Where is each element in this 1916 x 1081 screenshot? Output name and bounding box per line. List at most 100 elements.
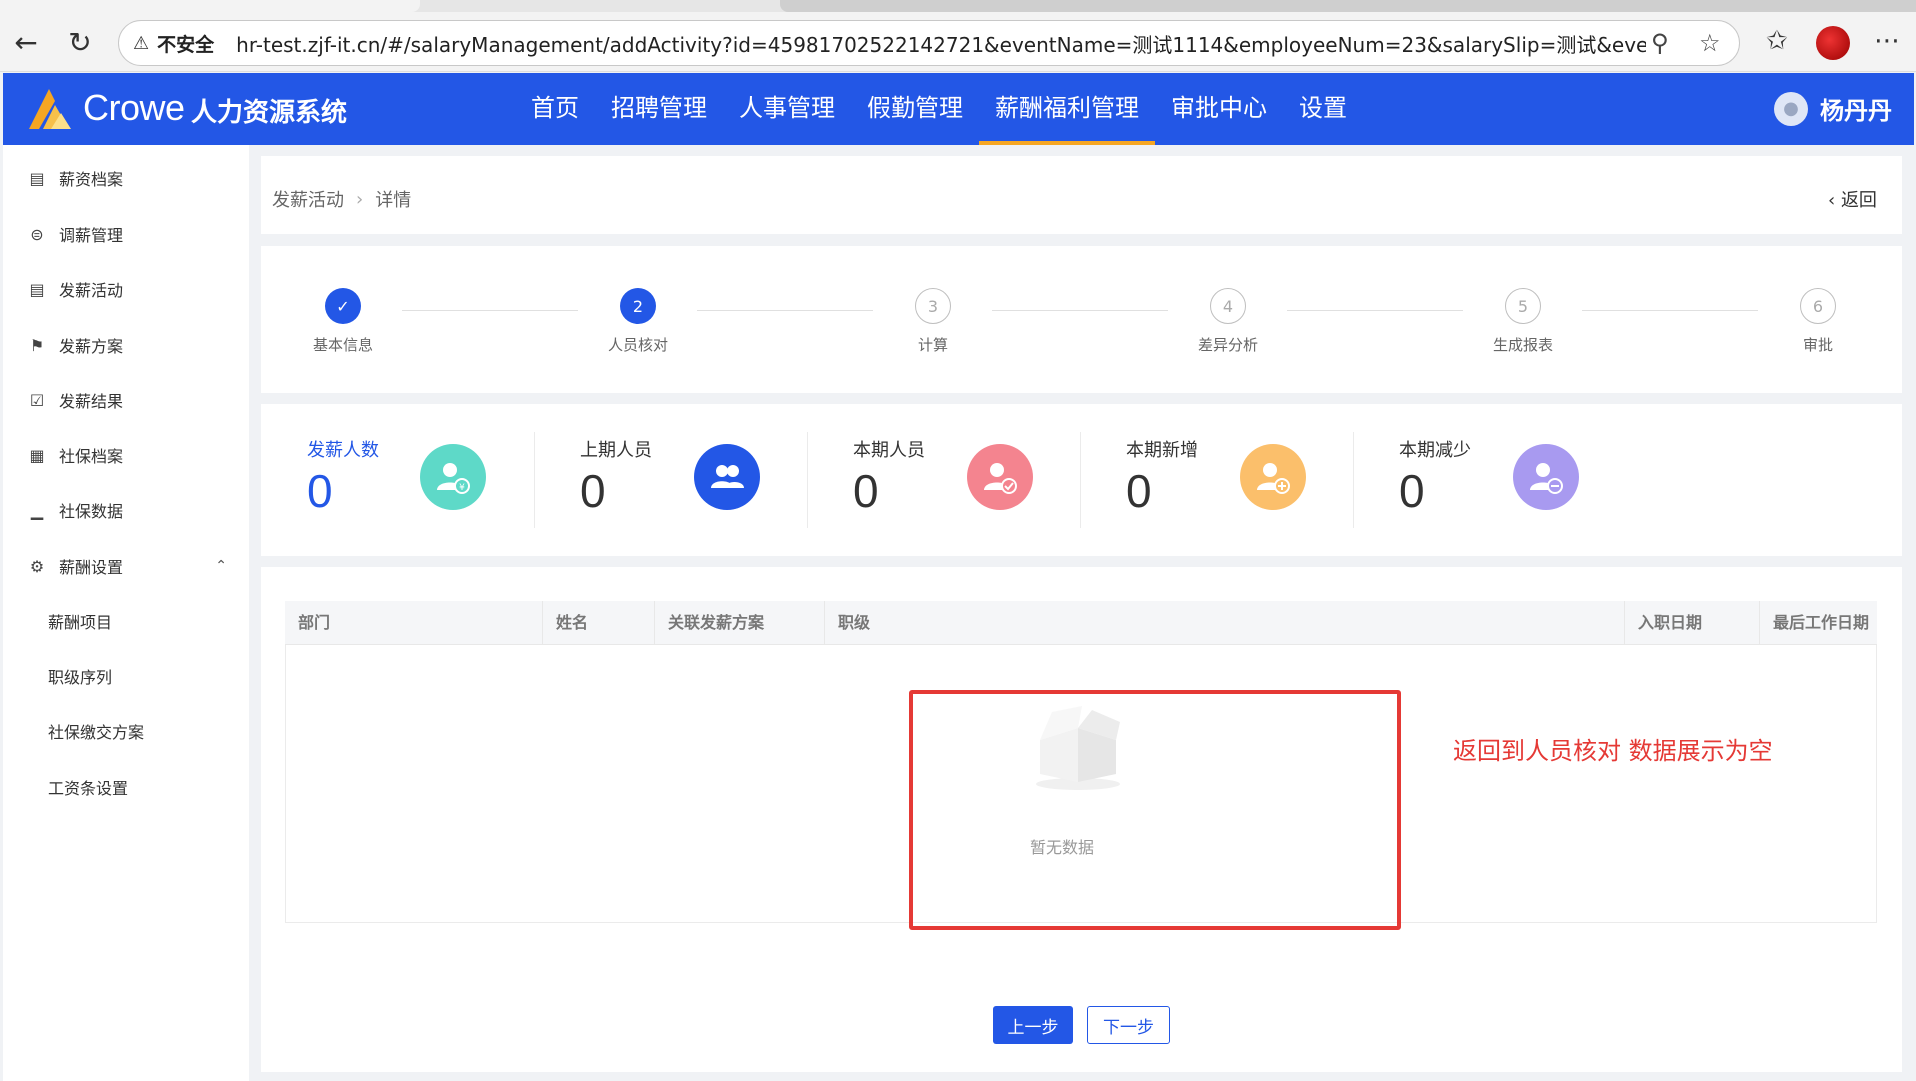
stat-current-period: 本期人员 0 <box>853 440 925 517</box>
step-connector <box>1582 310 1758 311</box>
flag-icon: ⚑ <box>29 335 45 355</box>
list-icon: ▤ <box>29 279 45 299</box>
annotation-text: 返回到人员核对 数据展示为空 <box>1453 737 1773 765</box>
sidebar-item-payroll-plan[interactable]: ⚑ 发薪方案 <box>3 323 249 367</box>
prev-step-button[interactable]: 上一步 <box>993 1006 1073 1044</box>
tab-strip <box>0 0 1916 12</box>
sidebar-item-payroll-activity[interactable]: ▤ 发薪活动 <box>3 267 249 311</box>
user-add-icon <box>1240 444 1306 510</box>
step-calculate[interactable]: 3 计算 <box>873 288 993 355</box>
system-name: 人力资源系统 <box>191 98 348 128</box>
next-step-button[interactable]: 下一步 <box>1087 1006 1170 1044</box>
favorites-icon[interactable]: ✩ <box>1766 26 1788 56</box>
annotation-highlight-box <box>909 690 1401 930</box>
reload-icon[interactable]: ↻ <box>62 24 98 60</box>
svg-text:¥: ¥ <box>459 483 465 493</box>
browser-tab[interactable] <box>0 0 420 12</box>
sidebar-item-salary-settings[interactable]: ⚙ 薪酬设置 ⌃ <box>3 544 249 588</box>
column-hire-date[interactable]: 入职日期 <box>1625 601 1760 645</box>
column-last-work-date[interactable]: 最后工作日期 <box>1760 601 1877 645</box>
step-basic-info[interactable]: ✓ 基本信息 <box>283 288 403 355</box>
stat-removed-this-period: 本期减少 0 <box>1399 440 1471 517</box>
step-number: 6 <box>1800 288 1836 324</box>
breadcrumb-current: 详情 <box>375 190 412 211</box>
user-name: 杨丹丹 <box>1820 97 1892 125</box>
profile-avatar[interactable] <box>1816 26 1850 60</box>
sidebar-subitem-salary-items[interactable]: 薪酬项目 <box>3 599 249 643</box>
divider <box>1080 432 1081 528</box>
stats-card <box>261 404 1902 556</box>
column-payroll-plan[interactable]: 关联发薪方案 <box>655 601 825 645</box>
browser-toolbar: ← ↻ ⚠ 不安全 hr-test.zjf-it.cn/#/salaryMana… <box>0 0 1916 72</box>
column-department[interactable]: 部门 <box>285 601 543 645</box>
address-bar[interactable]: ⚠ 不安全 hr-test.zjf-it.cn/#/salaryManageme… <box>118 20 1740 66</box>
browser-tab[interactable] <box>780 0 1916 12</box>
exchange-icon: ⊜ <box>30 224 44 244</box>
bar-chart-icon: ▁ <box>30 500 44 520</box>
chevron-right-icon: › <box>356 188 364 210</box>
step-number: 4 <box>1210 288 1246 324</box>
sidebar-subitem-payslip-settings[interactable]: 工资条设置 <box>3 765 249 809</box>
stat-last-period: 上期人员 0 <box>580 440 652 517</box>
step-generate-report[interactable]: 5 生成报表 <box>1463 288 1583 355</box>
divider <box>534 432 535 528</box>
sidebar: ▤ 薪资档案 ⊜ 调薪管理 ▤ 发薪活动 ⚑ 发薪方案 ☑ 发薪结果 ▦ 社保档案 ▁ 社保数… <box>3 145 249 1081</box>
users-group-icon <box>694 444 760 510</box>
sidebar-item-payroll-result[interactable]: ☑ 发薪结果 <box>3 378 249 422</box>
menu-item-recruitment[interactable]: 招聘管理 <box>595 73 723 145</box>
security-label: 不安全 <box>157 33 215 56</box>
star-icon[interactable]: ☆ <box>1699 29 1721 57</box>
sidebar-item-salary-archive[interactable]: ▤ 薪资档案 <box>3 156 249 200</box>
step-connector <box>992 310 1168 311</box>
sidebar-item-social-data[interactable]: ▁ 社保数据 <box>3 488 249 532</box>
menu-item-attendance[interactable]: 假勤管理 <box>851 73 979 145</box>
table-header: 部门 姓名 关联发薪方案 职级 入职日期 最后工作日期 <box>285 601 1877 645</box>
menu-item-compensation[interactable]: 薪酬福利管理 <box>979 73 1155 145</box>
sidebar-subitem-grade-sequence[interactable]: 职级序列 <box>3 654 249 698</box>
url-text[interactable]: hr-test.zjf-it.cn/#/salaryManagement/add… <box>236 29 1646 58</box>
crowe-logo-icon <box>29 89 71 129</box>
divider <box>807 432 808 528</box>
sidebar-subitem-social-plan[interactable]: 社保缴交方案 <box>3 709 249 753</box>
user-money-icon: ¥ <box>420 444 486 510</box>
back-arrow-icon[interactable]: ← <box>8 24 44 60</box>
user-avatar-icon: ● <box>1774 91 1808 126</box>
step-staff-check[interactable]: 2 人员核对 <box>578 288 698 355</box>
breadcrumb: 发薪活动 › 详情 <box>272 186 411 212</box>
step-connector <box>1287 310 1463 311</box>
clipboard-check-icon: ☑ <box>29 390 45 410</box>
step-connector <box>402 310 578 311</box>
user-menu[interactable]: ● 杨丹丹 <box>1774 91 1892 126</box>
gear-icon: ⚙ <box>29 556 45 576</box>
sidebar-item-salary-adjust[interactable]: ⊜ 调薪管理 <box>3 212 249 256</box>
column-grade[interactable]: 职级 <box>825 601 1625 645</box>
chevron-left-icon: ‹ <box>1828 190 1836 211</box>
check-icon: ✓ <box>325 288 361 324</box>
user-check-icon <box>967 444 1033 510</box>
divider <box>1353 432 1354 528</box>
menu-item-approval[interactable]: 审批中心 <box>1155 73 1283 145</box>
zoom-icon[interactable]: ⚲ <box>1651 29 1669 57</box>
stat-payroll-count: 发薪人数 0 <box>307 440 379 517</box>
menu-item-personnel[interactable]: 人事管理 <box>723 73 851 145</box>
column-name[interactable]: 姓名 <box>543 601 655 645</box>
warning-icon: ⚠ <box>133 32 150 54</box>
more-icon[interactable]: ⋯ <box>1874 26 1900 56</box>
document-icon: ▤ <box>29 168 45 188</box>
step-number: 3 <box>915 288 951 324</box>
main-menu: 首页 招聘管理 人事管理 假勤管理 薪酬福利管理 审批中心 设置 <box>515 73 1363 145</box>
menu-item-home[interactable]: 首页 <box>515 73 595 145</box>
back-button[interactable]: ‹ 返回 <box>1828 186 1877 212</box>
step-number: 5 <box>1505 288 1541 324</box>
chevron-up-icon: ⌃ <box>215 558 227 574</box>
app-header: Crowe 人力资源系统 首页 招聘管理 人事管理 假勤管理 薪酬福利管理 审批… <box>3 73 1914 145</box>
step-diff-analysis[interactable]: 4 差异分析 <box>1168 288 1288 355</box>
sidebar-item-social-archive[interactable]: ▦ 社保档案 <box>3 433 249 477</box>
brand-name: Crowe <box>83 87 185 128</box>
user-remove-icon <box>1513 444 1579 510</box>
breadcrumb-parent[interactable]: 发薪活动 <box>272 186 344 212</box>
step-approval[interactable]: 6 审批 <box>1758 288 1878 355</box>
menu-item-settings[interactable]: 设置 <box>1283 73 1363 145</box>
stat-new-this-period: 本期新增 0 <box>1126 440 1198 517</box>
steps-card <box>261 246 1902 393</box>
